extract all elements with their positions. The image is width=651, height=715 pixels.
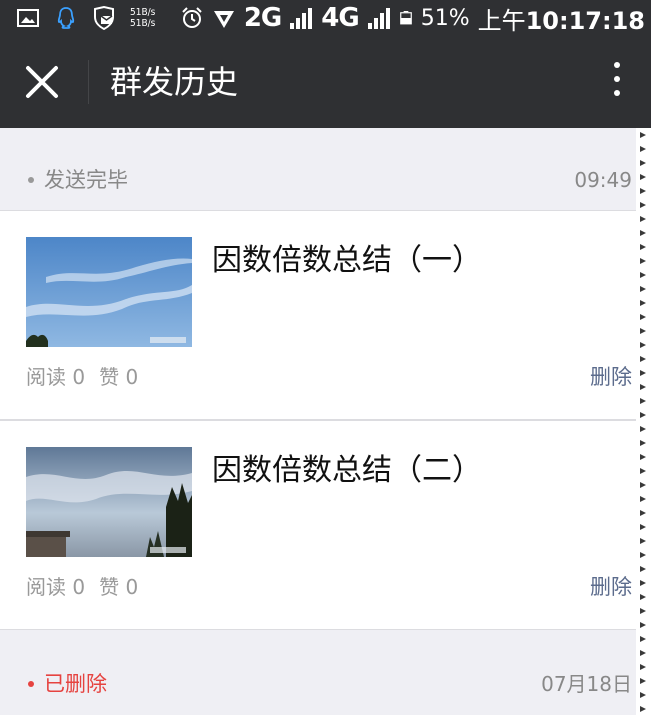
thumbnail-watermark xyxy=(150,337,186,343)
page-title: 群发历史 xyxy=(110,63,239,101)
status-bar: 51B/s 51B/s 2G 4G 51% 上午10:17:18 xyxy=(0,0,651,36)
network-4g-label: 4G xyxy=(321,3,359,33)
status-bar-right: 2G 4G 51% 上午10:17:18 xyxy=(180,1,645,36)
more-dot xyxy=(614,76,620,82)
shield-mail-icon xyxy=(94,6,114,30)
speed-up: 51B/s xyxy=(130,7,156,18)
data-traffic-icon xyxy=(213,11,234,28)
sky-thumbnail-image xyxy=(26,237,192,347)
title-divider xyxy=(88,60,89,104)
article-thumbnail xyxy=(26,447,192,557)
read-count: 阅读 0 xyxy=(26,365,86,389)
status-dot xyxy=(28,681,34,687)
deleted-status: 已删除 xyxy=(44,672,107,696)
close-icon[interactable] xyxy=(24,64,60,100)
clock-time: 10:17:18 xyxy=(525,6,645,35)
status-dot xyxy=(28,177,34,183)
alarm-icon xyxy=(182,7,202,28)
speed-down: 51B/s xyxy=(130,18,156,29)
signal-4g-icon xyxy=(367,8,390,29)
battery-percent: 51% xyxy=(420,5,470,31)
more-dot xyxy=(614,62,620,68)
send-time: 09:49 xyxy=(574,168,632,192)
section-header-sent: 发送完毕 09:49 xyxy=(0,152,636,208)
gallery-icon xyxy=(17,9,39,27)
title-bar: 群发历史 xyxy=(0,36,651,128)
section-header-deleted: 已删除 07月18日 xyxy=(0,656,636,712)
status-bar-left: 51B/s 51B/s xyxy=(16,4,155,32)
read-count: 阅读 0 xyxy=(26,575,86,599)
article-title: 因数倍数总结（一） xyxy=(212,243,482,278)
signal-2g-icon xyxy=(290,8,313,29)
article-stats: 阅读 0 赞 0 xyxy=(26,363,138,391)
delete-button[interactable]: 删除 xyxy=(590,573,632,601)
torn-edge-decoration xyxy=(636,128,651,715)
article-thumbnail xyxy=(26,237,192,347)
article-card[interactable]: 因数倍数总结（二） 阅读 0 赞 0 删除 xyxy=(0,420,636,630)
like-count: 赞 0 xyxy=(99,575,139,599)
qq-icon xyxy=(57,7,75,29)
clock-ampm: 上午 xyxy=(477,6,526,35)
more-dot xyxy=(614,90,620,96)
network-speed: 51B/s 51B/s xyxy=(130,7,155,29)
like-count: 赞 0 xyxy=(99,365,139,389)
clock: 上午10:17:18 xyxy=(478,1,645,36)
more-options-icon[interactable] xyxy=(609,62,625,102)
cloud-thumbnail-image xyxy=(26,447,192,557)
deleted-time: 07月18日 xyxy=(541,672,632,696)
article-title: 因数倍数总结（二） xyxy=(212,453,482,488)
delete-button[interactable]: 删除 xyxy=(590,363,632,391)
send-status: 发送完毕 xyxy=(44,168,128,192)
battery-icon xyxy=(399,11,412,25)
article-card[interactable]: 因数倍数总结（一） 阅读 0 赞 0 删除 xyxy=(0,210,636,420)
network-2g-label: 2G xyxy=(243,3,282,33)
thumbnail-watermark xyxy=(150,547,186,553)
article-stats: 阅读 0 赞 0 xyxy=(26,573,138,601)
